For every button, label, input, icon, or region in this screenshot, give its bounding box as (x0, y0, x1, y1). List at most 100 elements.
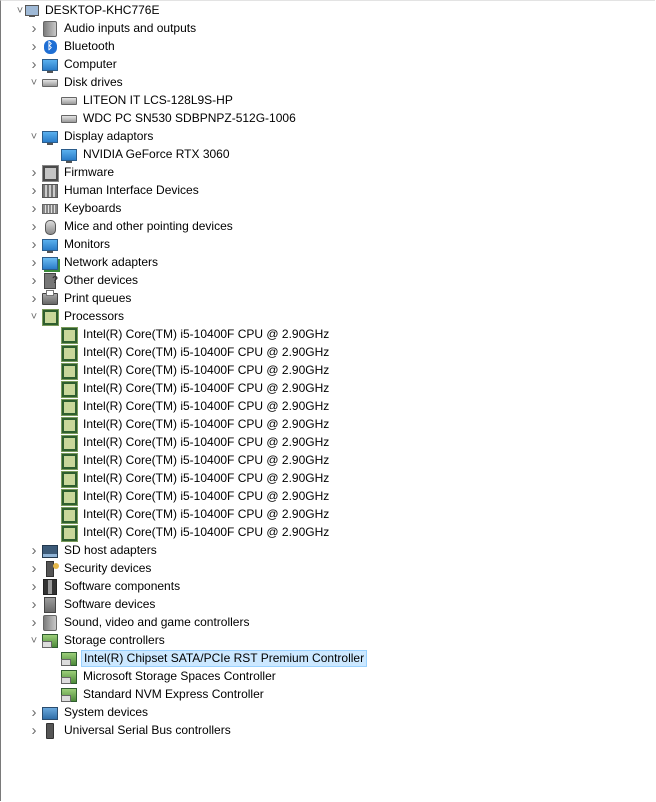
category-storage-controllers[interactable]: ˅ Storage controllers (0, 632, 656, 650)
device-item[interactable]: Standard NVM Express Controller (0, 686, 656, 704)
display-adapter-icon (61, 147, 77, 163)
device-item[interactable]: Intel(R) Core(TM) i5-10400F CPU @ 2.90GH… (0, 344, 656, 362)
chevron-right-icon[interactable]: › (26, 182, 42, 200)
device-label: Intel(R) Core(TM) i5-10400F CPU @ 2.90GH… (83, 525, 330, 539)
chevron-right-icon[interactable]: › (26, 614, 42, 632)
device-item[interactable]: Intel(R) Chipset SATA/PCIe RST Premium C… (0, 650, 656, 668)
device-label: Intel(R) Chipset SATA/PCIe RST Premium C… (81, 650, 368, 667)
device-label: Intel(R) Core(TM) i5-10400F CPU @ 2.90GH… (83, 417, 330, 431)
tree-root-computer[interactable]: ˅ DESKTOP-KHC776E (0, 2, 656, 20)
device-item[interactable]: Intel(R) Core(TM) i5-10400F CPU @ 2.90GH… (0, 326, 656, 344)
chevron-right-icon[interactable]: › (26, 20, 42, 38)
category-print-queues[interactable]: › Print queues (0, 290, 656, 308)
processor-icon (61, 327, 77, 343)
device-item[interactable]: WDC PC SN530 SDBPNPZ-512G-1006 (0, 110, 656, 128)
device-item[interactable]: Intel(R) Core(TM) i5-10400F CPU @ 2.90GH… (0, 452, 656, 470)
category-software-devices[interactable]: › Software devices (0, 596, 656, 614)
category-processors[interactable]: ˅ Processors (0, 308, 656, 326)
processor-icon (61, 363, 77, 379)
category-network-adapters[interactable]: › Network adapters (0, 254, 656, 272)
category-label: Mice and other pointing devices (64, 219, 233, 233)
category-other-devices[interactable]: › Other devices (0, 272, 656, 290)
device-tree: ˅ DESKTOP-KHC776E › Audio inputs and output… (0, 2, 656, 740)
category-disk-drives[interactable]: ˅ Disk drives (0, 74, 656, 92)
sd-host-icon (42, 543, 58, 559)
hid-icon (42, 183, 58, 199)
processor-icon (61, 453, 77, 469)
keyboard-icon (42, 201, 58, 217)
chevron-right-icon[interactable]: › (26, 596, 42, 614)
device-item[interactable]: LITEON IT LCS-128L9S-HP (0, 92, 656, 110)
category-label: Audio inputs and outputs (64, 21, 197, 35)
software-device-icon (42, 597, 58, 613)
storage-controller-icon (61, 669, 77, 685)
device-item[interactable]: Intel(R) Core(TM) i5-10400F CPU @ 2.90GH… (0, 488, 656, 506)
device-item[interactable]: Intel(R) Core(TM) i5-10400F CPU @ 2.90GH… (0, 362, 656, 380)
category-sd-host-adapters[interactable]: › SD host adapters (0, 542, 656, 560)
device-item[interactable]: Intel(R) Core(TM) i5-10400F CPU @ 2.90GH… (0, 434, 656, 452)
chevron-right-icon[interactable]: › (26, 218, 42, 236)
device-item[interactable]: Intel(R) Core(TM) i5-10400F CPU @ 2.90GH… (0, 398, 656, 416)
device-item[interactable]: Intel(R) Core(TM) i5-10400F CPU @ 2.90GH… (0, 524, 656, 542)
chevron-right-icon[interactable]: › (26, 200, 42, 218)
category-bluetooth[interactable]: › ᛒ Bluetooth (0, 38, 656, 56)
category-firmware[interactable]: › Firmware (0, 164, 656, 182)
category-universal-serial-bus-controllers[interactable]: › Universal Serial Bus controllers (0, 722, 656, 740)
device-item[interactable]: Intel(R) Core(TM) i5-10400F CPU @ 2.90GH… (0, 470, 656, 488)
mouse-icon (42, 219, 58, 235)
processor-icon (61, 417, 77, 433)
disk-drive-icon (61, 111, 77, 127)
chevron-right-icon[interactable]: › (26, 722, 42, 740)
chevron-right-icon[interactable]: › (26, 290, 42, 308)
category-security-devices[interactable]: › Security devices (0, 560, 656, 578)
category-system-devices[interactable]: › System devices (0, 704, 656, 722)
chevron-right-icon[interactable]: › (26, 164, 42, 182)
category-label: Keyboards (64, 201, 122, 215)
chevron-down-icon[interactable]: ˅ (26, 308, 42, 326)
processor-icon (61, 435, 77, 451)
device-item[interactable]: Intel(R) Core(TM) i5-10400F CPU @ 2.90GH… (0, 506, 656, 524)
category-label: Display adaptors (64, 129, 154, 143)
disk-drive-icon (42, 75, 58, 91)
printer-icon (42, 290, 58, 307)
chevron-right-icon[interactable]: › (26, 704, 42, 722)
category-keyboards[interactable]: › Keyboards (0, 200, 656, 218)
chevron-right-icon[interactable]: › (26, 38, 42, 56)
category-software-components[interactable]: › Software components (0, 578, 656, 596)
category-mice-and-other-pointing-devices[interactable]: › Mice and other pointing devices (0, 218, 656, 236)
category-label: SD host adapters (64, 543, 157, 557)
chevron-right-icon[interactable]: › (26, 236, 42, 254)
device-label: Intel(R) Core(TM) i5-10400F CPU @ 2.90GH… (83, 399, 330, 413)
category-display-adaptors[interactable]: ˅ Display adaptors (0, 128, 656, 146)
chevron-right-icon[interactable]: › (26, 560, 42, 578)
category-label: Storage controllers (64, 633, 165, 647)
chevron-down-icon[interactable]: ˅ (26, 74, 42, 92)
device-label: Intel(R) Core(TM) i5-10400F CPU @ 2.90GH… (83, 471, 330, 485)
category-label: Sound, video and game controllers (64, 615, 250, 629)
chevron-right-icon[interactable]: › (26, 578, 42, 596)
chevron-right-icon[interactable]: › (26, 254, 42, 272)
monitor-icon (42, 237, 58, 253)
computer-icon (24, 3, 40, 19)
category-sound-video-and-game-controllers[interactable]: › Sound, video and game controllers (0, 614, 656, 632)
chevron-down-icon[interactable]: ˅ (26, 128, 42, 146)
chevron-down-icon[interactable]: ˅ (26, 632, 42, 650)
chevron-right-icon[interactable]: › (26, 56, 42, 74)
chevron-right-icon[interactable]: › (26, 272, 42, 290)
device-item[interactable]: Intel(R) Core(TM) i5-10400F CPU @ 2.90GH… (0, 416, 656, 434)
category-computer[interactable]: › Computer (0, 56, 656, 74)
chevron-right-icon[interactable]: › (26, 542, 42, 560)
device-item[interactable]: NVIDIA GeForce RTX 3060 (0, 146, 656, 164)
disk-drive-icon (61, 93, 77, 109)
device-label: Intel(R) Core(TM) i5-10400F CPU @ 2.90GH… (83, 327, 330, 341)
device-label: LITEON IT LCS-128L9S-HP (83, 93, 233, 107)
category-label: Print queues (64, 291, 132, 305)
category-label: Software components (64, 579, 181, 593)
device-item[interactable]: Intel(R) Core(TM) i5-10400F CPU @ 2.90GH… (0, 380, 656, 398)
category-human-interface-devices[interactable]: › Human Interface Devices (0, 182, 656, 200)
category-monitors[interactable]: › Monitors (0, 236, 656, 254)
category-audio-inputs-and-outputs[interactable]: › Audio inputs and outputs (0, 20, 656, 38)
processor-icon (61, 399, 77, 415)
device-item[interactable]: Microsoft Storage Spaces Controller (0, 668, 656, 686)
display-adapter-icon (42, 129, 58, 145)
